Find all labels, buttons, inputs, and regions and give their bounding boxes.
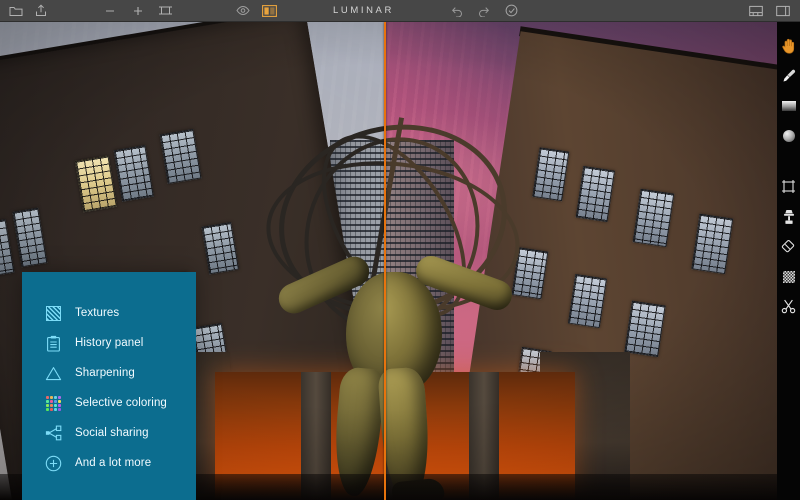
feature-label: And a lot more [75, 457, 152, 469]
undo-icon[interactable] [450, 3, 465, 18]
feature-label: Sharpening [75, 367, 135, 379]
toolbar-view-group [235, 3, 277, 18]
tool-sidebar [777, 22, 800, 500]
selective-color-grid [46, 395, 61, 411]
feature-item-selective-coloring[interactable]: Selective coloring [22, 388, 196, 418]
toolbar-file-group [8, 3, 48, 18]
compare-split-divider[interactable] [384, 22, 386, 500]
radial-mask-icon[interactable] [779, 126, 798, 145]
zoom-in-icon[interactable] [130, 3, 145, 18]
atlas-statue-before [250, 100, 385, 500]
fit-to-screen-icon[interactable] [158, 3, 173, 18]
scissors-icon[interactable] [779, 297, 798, 316]
bottom-panel-icon[interactable] [748, 3, 763, 18]
selective-coloring-icon [44, 394, 63, 413]
page-title: LUMINAR [333, 5, 394, 16]
feature-label: Textures [75, 307, 120, 319]
split-view-icon[interactable] [262, 3, 277, 18]
hand-pan-icon[interactable] [779, 36, 798, 55]
textures-icon [44, 304, 63, 323]
luminar-window: LUMINAR Textures History panel Sharpenin… [0, 0, 800, 500]
top-toolbar: LUMINAR [0, 0, 800, 22]
crop-icon[interactable] [779, 177, 798, 196]
history-panel-icon [44, 334, 63, 353]
app-title-group: LUMINAR [333, 5, 394, 16]
clone-stamp-icon[interactable] [779, 207, 798, 226]
toolbar-panels-group [748, 3, 790, 18]
redo-icon[interactable] [477, 3, 492, 18]
feature-item-sharpening[interactable]: Sharpening [22, 358, 196, 388]
feature-label: History panel [75, 337, 144, 349]
feature-item-and-a-lot-more[interactable]: And a lot more [22, 448, 196, 478]
feature-list-panel: Textures History panel Sharpening Select… [22, 272, 196, 500]
gradient-icon[interactable] [779, 96, 798, 115]
atlas-statue-after [385, 100, 540, 500]
after-image-half [385, 22, 777, 500]
denoise-icon[interactable] [779, 267, 798, 286]
open-folder-icon[interactable] [8, 3, 23, 18]
toolbar-zoom-group [102, 3, 173, 18]
plus-circle-icon [44, 454, 63, 473]
feature-item-textures[interactable]: Textures [22, 298, 196, 328]
toolbar-history-group [450, 3, 519, 18]
brush-icon[interactable] [779, 66, 798, 85]
social-sharing-icon [44, 424, 63, 443]
feature-item-social-sharing[interactable]: Social sharing [22, 418, 196, 448]
side-panel-icon[interactable] [775, 3, 790, 18]
feature-item-history-panel[interactable]: History panel [22, 328, 196, 358]
eraser-icon[interactable] [779, 237, 798, 256]
feature-label: Social sharing [75, 427, 149, 439]
apply-check-icon[interactable] [504, 3, 519, 18]
sharpening-icon [44, 364, 63, 383]
feature-label: Selective coloring [75, 397, 167, 409]
preview-eye-icon[interactable] [235, 3, 250, 18]
zoom-out-icon[interactable] [102, 3, 117, 18]
export-share-icon[interactable] [33, 3, 48, 18]
after-photo [385, 22, 777, 500]
